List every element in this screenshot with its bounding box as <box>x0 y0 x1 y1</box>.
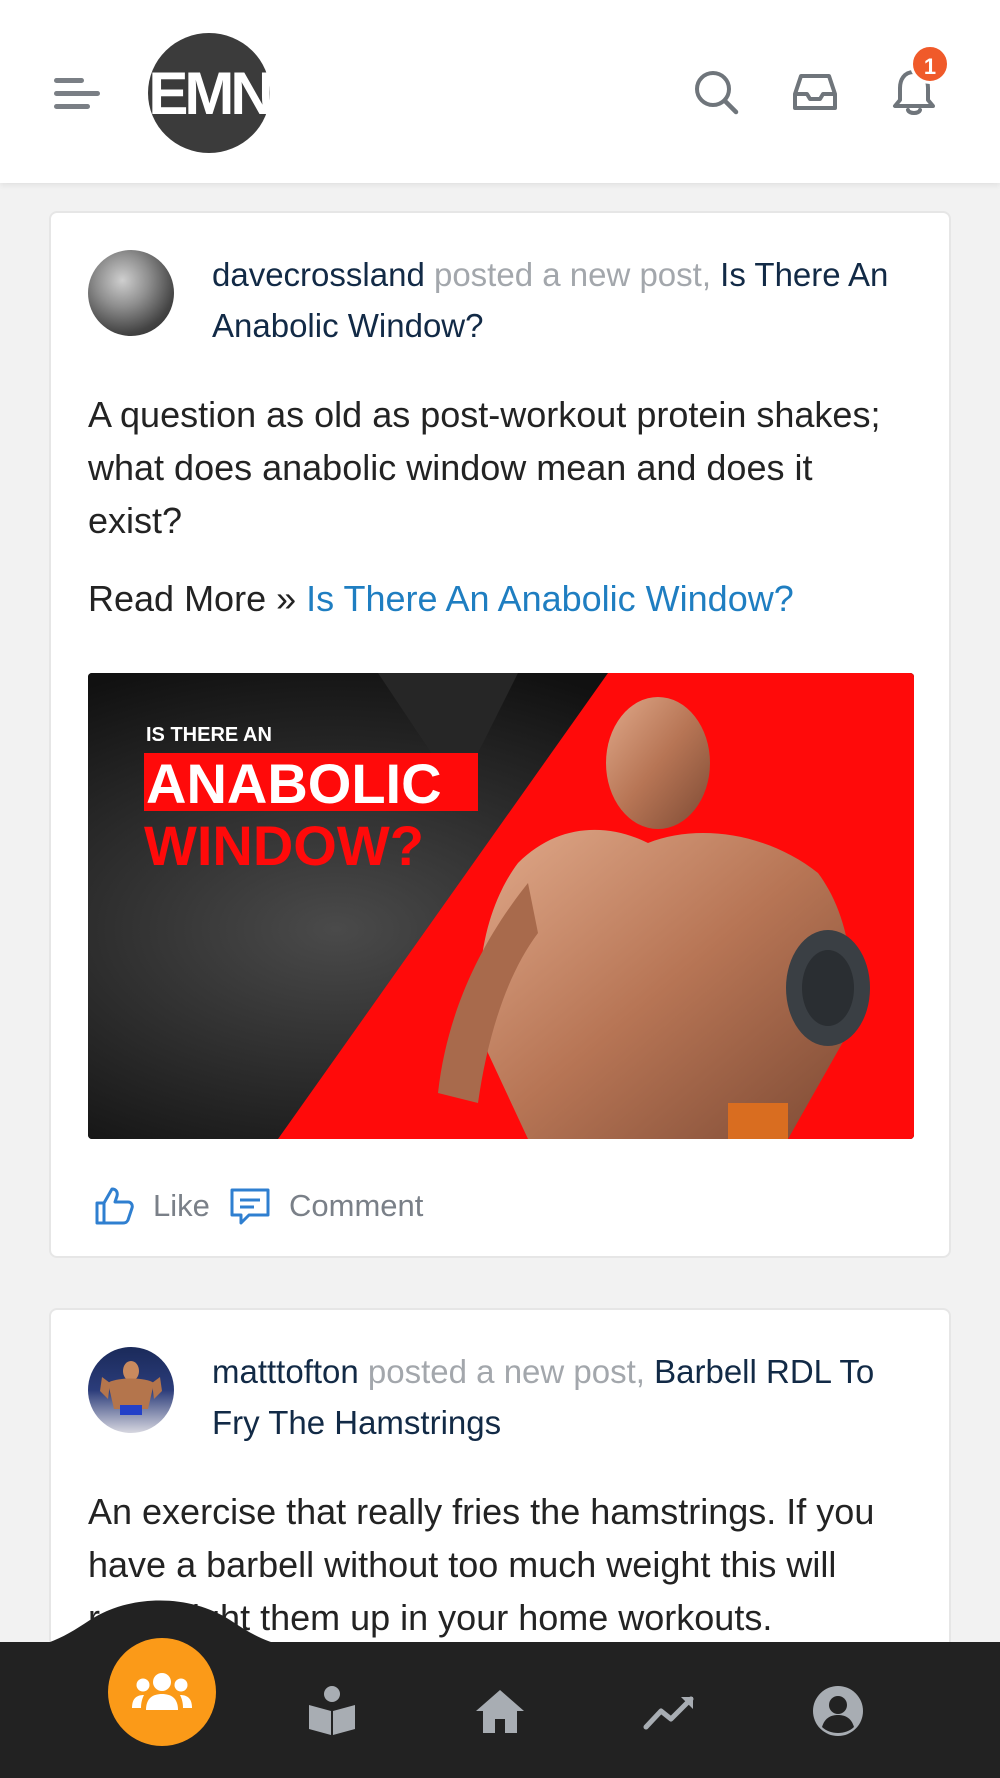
image-text-red: WINDOW? <box>144 814 424 877</box>
read-more-link[interactable]: Is There An Anabolic Window? <box>306 578 794 619</box>
top-header: EMN 1 <box>0 0 1000 183</box>
username-link[interactable]: davecrossland <box>212 256 425 293</box>
notification-badge: 1 <box>910 44 950 84</box>
nav-stats-button[interactable] <box>643 1685 695 1737</box>
like-label: Like <box>153 1188 210 1223</box>
logo-text: EMN <box>148 60 270 127</box>
post-actions: Like Comment <box>88 1181 588 1231</box>
image-text-highlight: ANABOLIC <box>146 752 442 815</box>
like-button[interactable]: Like <box>93 1181 210 1231</box>
profile-icon <box>813 1686 863 1736</box>
comment-icon <box>230 1188 270 1225</box>
post-excerpt: A question as old as post-workout protei… <box>88 394 881 541</box>
search-icon[interactable] <box>692 68 740 116</box>
post-image[interactable]: IS THERE AN ANABOLIC WINDOW? <box>88 673 914 1139</box>
post-headline: matttofton posted a new post, Barbell RD… <box>212 1346 912 1448</box>
activity-card: davecrossland posted a new post, Is Ther… <box>49 211 951 1258</box>
comment-label: Comment <box>289 1188 424 1223</box>
app-screen: EMN 1 davecrossland posted a new post, I… <box>0 0 1000 1778</box>
nav-reader-button[interactable] <box>306 1685 358 1737</box>
inbox-icon[interactable] <box>791 68 839 116</box>
image-text-small: IS THERE AN <box>146 724 272 746</box>
thumbs-up-icon <box>95 1187 134 1225</box>
nav-community-button[interactable] <box>108 1638 216 1746</box>
read-more: Read More » Is There An Anabolic Window? <box>88 578 794 620</box>
read-more-label: Read More » <box>88 578 297 619</box>
stats-icon <box>643 1696 694 1730</box>
action-text: posted a new post, <box>367 1353 645 1390</box>
post-headline: davecrossland posted a new post, Is Ther… <box>212 249 912 351</box>
avatar[interactable] <box>88 250 174 336</box>
community-icon <box>132 1673 192 1710</box>
action-text: posted a new post, <box>433 256 711 293</box>
nav-profile-button[interactable] <box>812 1685 864 1737</box>
comment-button[interactable]: Comment <box>229 1181 423 1231</box>
home-icon <box>476 1690 524 1733</box>
avatar[interactable] <box>88 1347 174 1433</box>
nav-home-button[interactable] <box>474 1685 526 1737</box>
emn-logo[interactable]: EMN <box>146 32 274 154</box>
menu-icon[interactable] <box>54 78 100 116</box>
reader-icon <box>309 1686 355 1735</box>
username-link[interactable]: matttofton <box>212 1353 359 1390</box>
